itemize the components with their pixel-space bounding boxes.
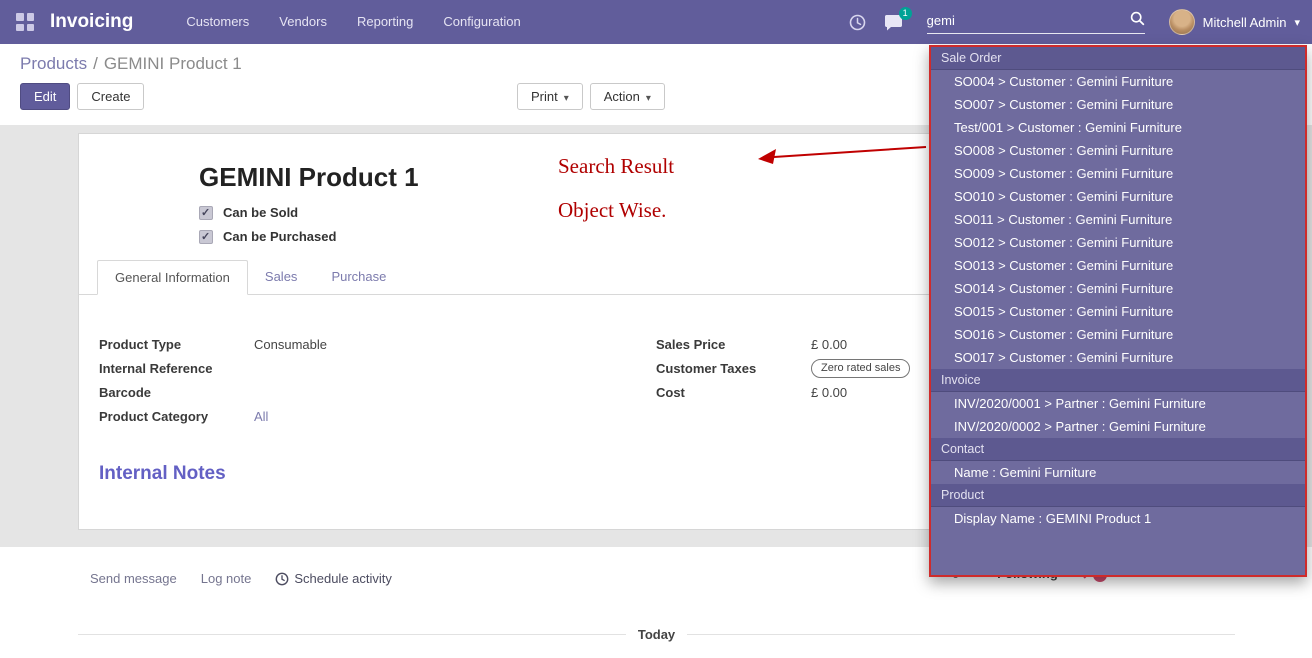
breadcrumb-separator: / bbox=[93, 54, 98, 73]
schedule-activity-label: Schedule activity bbox=[294, 571, 392, 586]
breadcrumb-current: GEMINI Product 1 bbox=[104, 54, 242, 73]
field-product-type: Product Type Consumable bbox=[99, 335, 656, 354]
breadcrumb-products-link[interactable]: Products bbox=[20, 54, 87, 73]
send-message-link[interactable]: Send message bbox=[90, 571, 177, 586]
tab-general-information[interactable]: General Information bbox=[97, 260, 248, 295]
search-icon[interactable] bbox=[1130, 11, 1145, 31]
menu-customers[interactable]: Customers bbox=[171, 0, 264, 44]
field-label: Barcode bbox=[99, 383, 254, 402]
search-result-item[interactable]: SO011 > Customer : Gemini Furniture bbox=[931, 208, 1305, 231]
can-be-sold-checkbox[interactable] bbox=[199, 206, 213, 220]
product-category-link[interactable]: All bbox=[254, 407, 268, 426]
menu-vendors[interactable]: Vendors bbox=[264, 0, 342, 44]
search-result-item[interactable]: SO017 > Customer : Gemini Furniture bbox=[931, 346, 1305, 369]
search-result-item[interactable]: Test/001 > Customer : Gemini Furniture bbox=[931, 116, 1305, 139]
global-search-input[interactable] bbox=[927, 13, 1130, 28]
search-result-item[interactable]: SO004 > Customer : Gemini Furniture bbox=[931, 70, 1305, 93]
messages-badge: 1 bbox=[899, 7, 912, 20]
search-result-item[interactable]: INV/2020/0001 > Partner : Gemini Furnitu… bbox=[931, 392, 1305, 415]
group-header-invoice: Invoice bbox=[931, 369, 1305, 392]
today-label: Today bbox=[638, 627, 675, 642]
caret-down-icon bbox=[1294, 13, 1300, 31]
group-header-contact: Contact bbox=[931, 438, 1305, 461]
search-result-item[interactable]: SO012 > Customer : Gemini Furniture bbox=[931, 231, 1305, 254]
field-label: Product Type bbox=[99, 335, 254, 354]
print-label: Print bbox=[531, 89, 558, 104]
field-label: Cost bbox=[656, 383, 811, 402]
user-name: Mitchell Admin bbox=[1203, 15, 1287, 30]
field-value: £ 0.00 bbox=[811, 383, 847, 402]
can-be-purchased-label: Can be Purchased bbox=[223, 229, 336, 244]
field-label: Product Category bbox=[99, 407, 254, 426]
create-button[interactable]: Create bbox=[77, 83, 144, 110]
search-result-item[interactable]: SO009 > Customer : Gemini Furniture bbox=[931, 162, 1305, 185]
field-label: Internal Reference bbox=[99, 359, 254, 378]
menu-reporting[interactable]: Reporting bbox=[342, 0, 428, 44]
search-result-item[interactable]: Display Name : GEMINI Product 1 bbox=[931, 507, 1305, 530]
print-dropdown-button[interactable]: Print bbox=[517, 83, 583, 110]
action-label: Action bbox=[604, 89, 640, 104]
search-result-item[interactable]: SO007 > Customer : Gemini Furniture bbox=[931, 93, 1305, 116]
edit-button[interactable]: Edit bbox=[20, 83, 70, 110]
annotation-line1: Search Result bbox=[558, 144, 674, 188]
tab-purchase[interactable]: Purchase bbox=[314, 260, 403, 294]
schedule-activity-link[interactable]: Schedule activity bbox=[275, 571, 392, 586]
search-result-item[interactable]: SO015 > Customer : Gemini Furniture bbox=[931, 300, 1305, 323]
main-menu: Customers Vendors Reporting Configuratio… bbox=[171, 0, 535, 44]
app-title[interactable]: Invoicing bbox=[50, 11, 133, 33]
top-navbar: Invoicing Customers Vendors Reporting Co… bbox=[0, 0, 1312, 44]
tab-sales[interactable]: Sales bbox=[248, 260, 315, 294]
field-value: £ 0.00 bbox=[811, 335, 847, 354]
annotation-line2: Object Wise. bbox=[558, 188, 674, 232]
field-value: Consumable bbox=[254, 335, 327, 354]
annotation-arrow bbox=[758, 140, 933, 172]
user-menu[interactable]: Mitchell Admin bbox=[1169, 9, 1300, 35]
search-results-dropdown: Sale Order SO004 > Customer : Gemini Fur… bbox=[929, 45, 1307, 577]
messages-icon[interactable]: 1 bbox=[884, 14, 903, 31]
apps-menu-icon[interactable] bbox=[16, 13, 34, 31]
today-divider: Today bbox=[78, 627, 1235, 642]
global-search bbox=[927, 11, 1145, 34]
log-note-link[interactable]: Log note bbox=[201, 571, 252, 586]
tax-badge: Zero rated sales bbox=[811, 359, 910, 378]
field-label: Customer Taxes bbox=[656, 359, 811, 378]
caret-down-icon bbox=[558, 89, 569, 104]
caret-down-icon bbox=[640, 89, 651, 104]
clock-icon bbox=[275, 572, 289, 586]
search-result-item[interactable]: INV/2020/0002 > Partner : Gemini Furnitu… bbox=[931, 415, 1305, 438]
field-label: Sales Price bbox=[656, 335, 811, 354]
activities-clock-icon[interactable] bbox=[849, 14, 866, 31]
annotation-note: Search Result Object Wise. bbox=[558, 144, 674, 232]
group-header-product: Product bbox=[931, 484, 1305, 507]
search-result-item[interactable]: SO010 > Customer : Gemini Furniture bbox=[931, 185, 1305, 208]
field-product-category: Product Category All bbox=[99, 407, 656, 426]
search-result-item[interactable]: SO013 > Customer : Gemini Furniture bbox=[931, 254, 1305, 277]
can-be-purchased-checkbox[interactable] bbox=[199, 230, 213, 244]
search-result-item[interactable]: Name : Gemini Furniture bbox=[931, 461, 1305, 484]
search-result-item[interactable]: SO008 > Customer : Gemini Furniture bbox=[931, 139, 1305, 162]
can-be-sold-label: Can be Sold bbox=[223, 205, 298, 220]
group-header-sale-order: Sale Order bbox=[931, 47, 1305, 70]
action-dropdown-button[interactable]: Action bbox=[590, 83, 665, 110]
field-internal-reference: Internal Reference bbox=[99, 359, 656, 378]
search-result-item[interactable]: SO016 > Customer : Gemini Furniture bbox=[931, 323, 1305, 346]
menu-configuration[interactable]: Configuration bbox=[428, 0, 535, 44]
field-barcode: Barcode bbox=[99, 383, 656, 402]
avatar bbox=[1169, 9, 1195, 35]
search-result-item[interactable]: SO014 > Customer : Gemini Furniture bbox=[931, 277, 1305, 300]
